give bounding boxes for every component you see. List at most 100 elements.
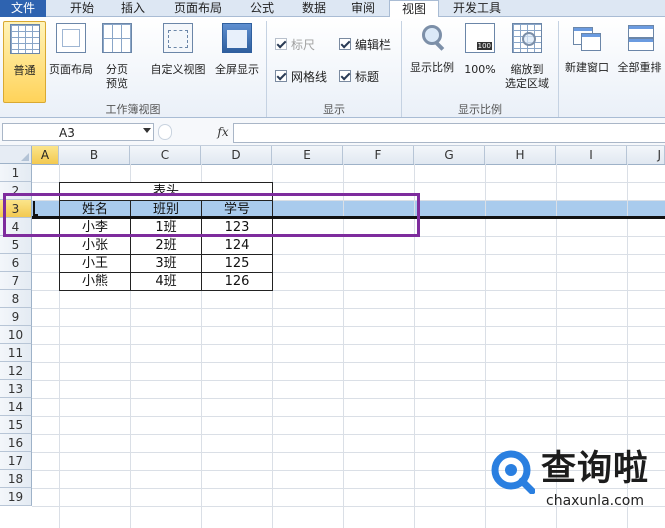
custom-views-icon	[163, 23, 193, 53]
row-header-14[interactable]: 14	[0, 398, 32, 416]
table-cell[interactable]: 125	[201, 254, 273, 273]
headings-label: 标题	[355, 70, 380, 84]
gridlines-check-icon	[275, 70, 287, 82]
formula-input[interactable]	[233, 123, 665, 143]
row-header-8[interactable]: 8	[0, 290, 32, 308]
column-header-b[interactable]: B	[59, 146, 130, 164]
column-header-c[interactable]: C	[130, 146, 201, 164]
column-header-h[interactable]: H	[485, 146, 556, 164]
select-all-corner[interactable]	[0, 146, 32, 164]
full-screen-label: 全屏显示	[215, 63, 259, 76]
tab-review[interactable]: 审阅	[340, 0, 386, 17]
grid-line	[32, 344, 665, 345]
column-header-e[interactable]: E	[272, 146, 343, 164]
row-header-7[interactable]: 7	[0, 272, 32, 290]
row-header-13[interactable]: 13	[0, 380, 32, 398]
new-window-button[interactable]: 新建窗口	[561, 21, 613, 101]
table-cell[interactable]: 126	[201, 272, 273, 291]
formula-bar-check-icon	[339, 38, 351, 50]
page-layout-view-button[interactable]: 页面布局	[46, 21, 96, 101]
zoom-label: 显示比例	[410, 61, 454, 74]
zoom-100-label: 100%	[464, 63, 496, 76]
normal-view-icon	[9, 24, 40, 54]
tab-developer[interactable]: 开发工具	[442, 0, 512, 17]
table-cell[interactable]: 小熊	[59, 272, 131, 291]
ruler-check-icon	[275, 38, 287, 50]
row-header-6[interactable]: 6	[0, 254, 32, 272]
custom-views-label: 自定义视图	[150, 63, 206, 76]
page-layout-icon	[56, 23, 86, 53]
row-header-18[interactable]: 18	[0, 470, 32, 488]
table-cell[interactable]: 4班	[130, 272, 202, 291]
headings-check-icon	[339, 70, 351, 82]
tab-formulas[interactable]: 公式	[238, 0, 286, 17]
row-header-12[interactable]: 12	[0, 362, 32, 380]
zoom-to-selection-label-line2: 选定区域	[505, 77, 549, 90]
show-group-label: 显示	[323, 103, 345, 116]
row-header-10[interactable]: 10	[0, 326, 32, 344]
column-header-f[interactable]: F	[343, 146, 414, 164]
page-layout-view-label: 页面布局	[49, 63, 93, 76]
worksheet-grid[interactable]: A B C D E F G H I J 1 2 3 4 5 6 7 8 9 10…	[0, 146, 665, 528]
name-box[interactable]: A3	[2, 123, 154, 141]
tab-insert[interactable]: 插入	[108, 0, 158, 17]
column-header-d[interactable]: D	[201, 146, 272, 164]
table-cell[interactable]: 3班	[130, 254, 202, 273]
page-break-label-line2: 预览	[106, 77, 128, 90]
tab-file[interactable]: 文件	[0, 0, 46, 17]
name-box-dropdown-icon[interactable]	[143, 128, 151, 133]
normal-view-button[interactable]: 普通	[3, 21, 46, 103]
zoom-100-icon-text: 100	[476, 42, 492, 50]
table-cell[interactable]: 小王	[59, 254, 131, 273]
table-cell[interactable]: 2班	[130, 236, 202, 255]
row-header-9[interactable]: 9	[0, 308, 32, 326]
zoom-to-selection-button[interactable]: 缩放到 选定区域	[501, 21, 553, 101]
full-screen-icon	[222, 23, 252, 53]
zoom-group-label: 显示比例	[458, 103, 502, 116]
column-header-g[interactable]: G	[414, 146, 485, 164]
formula-bar-checkbox[interactable]: 编辑栏	[339, 37, 391, 53]
row-header-15[interactable]: 15	[0, 416, 32, 434]
row-header-16[interactable]: 16	[0, 434, 32, 452]
zoom-100-icon: 100	[465, 23, 495, 53]
zoom-button[interactable]: 显示比例	[406, 21, 458, 101]
row-header-11[interactable]: 11	[0, 344, 32, 362]
insert-function-button[interactable]: fx	[214, 123, 232, 141]
arrange-all-label: 全部重排	[617, 61, 662, 74]
page-break-icon	[102, 23, 132, 53]
tab-page-layout[interactable]: 页面布局	[162, 0, 234, 17]
formula-bar-label: 编辑栏	[355, 38, 392, 52]
arrange-all-button[interactable]: 全部重排	[614, 21, 665, 101]
formula-bar: A3 fx	[0, 118, 665, 146]
tab-data[interactable]: 数据	[290, 0, 338, 17]
group-separator	[558, 21, 559, 117]
ribbon-tab-bar: 文件 开始 插入 页面布局 公式 数据 审阅 视图 开发工具	[0, 0, 665, 19]
formula-bar-resize-handle[interactable]	[158, 124, 172, 140]
page-break-preview-button[interactable]: 分页 预览	[98, 21, 136, 101]
normal-view-label: 普通	[13, 64, 36, 77]
table-cell[interactable]: 124	[201, 236, 273, 255]
row-header-19[interactable]: 19	[0, 488, 32, 506]
ruler-checkbox[interactable]: 标尺	[275, 37, 315, 53]
full-screen-button[interactable]: 全屏显示	[211, 21, 263, 101]
custom-views-button[interactable]: 自定义视图	[147, 21, 209, 101]
column-header-j[interactable]: J	[627, 146, 665, 164]
workbook-views-group-label: 工作簿视图	[105, 103, 161, 116]
row-header-1[interactable]: 1	[0, 164, 32, 182]
row-header-17[interactable]: 17	[0, 452, 32, 470]
column-header-i[interactable]: I	[556, 146, 627, 164]
grid-line	[32, 326, 665, 327]
zoom-to-selection-label-line1: 缩放到	[510, 63, 544, 76]
gridlines-checkbox[interactable]: 网格线	[275, 69, 327, 85]
new-window-label: 新建窗口	[565, 61, 609, 74]
table-cell[interactable]: 小张	[59, 236, 131, 255]
headings-checkbox[interactable]: 标题	[339, 69, 379, 85]
page-break-label-line1: 分页	[106, 63, 128, 76]
grid-line	[32, 416, 665, 417]
row-header-5[interactable]: 5	[0, 236, 32, 254]
column-header-a[interactable]: A	[32, 146, 59, 164]
chaxunla-logo-icon	[491, 450, 535, 494]
tab-home[interactable]: 开始	[58, 0, 106, 17]
zoom-100-button[interactable]: 100 100%	[460, 21, 500, 101]
grid-line	[32, 380, 665, 381]
